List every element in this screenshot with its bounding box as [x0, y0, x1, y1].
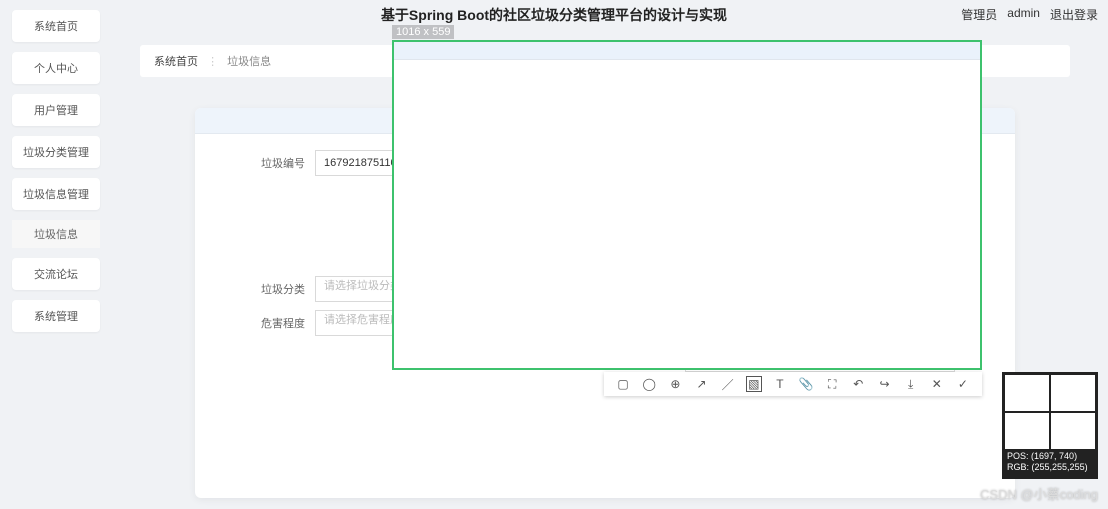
- snip-toolbar: ▢ ◯ ⊕ ↗ ／ ▧ T 📎 ⛶ ↶ ↪ ⤓ ✕ ✓: [604, 372, 982, 396]
- selection-overlay: [392, 40, 982, 370]
- sidebar-item-info[interactable]: 垃圾信息管理: [12, 178, 100, 210]
- snip-arrow-icon[interactable]: ↗: [693, 376, 709, 392]
- color-magnifier: POS: (1697, 740) RGB: (255,255,255): [1002, 372, 1098, 479]
- snip-line-icon[interactable]: ／: [720, 376, 736, 392]
- label-category: 垃圾分类: [245, 281, 305, 297]
- snip-undo-icon[interactable]: ↶: [850, 376, 866, 392]
- sidebar-item-category[interactable]: 垃圾分类管理: [12, 136, 100, 168]
- snip-pin-icon[interactable]: 📎: [798, 376, 814, 392]
- sidebar-item-users[interactable]: 用户管理: [12, 94, 100, 126]
- color-cell: [1005, 413, 1049, 449]
- sidebar-item-profile[interactable]: 个人中心: [12, 52, 100, 84]
- snip-ellipse-icon[interactable]: ◯: [641, 376, 657, 392]
- breadcrumb-home[interactable]: 系统首页: [154, 56, 198, 68]
- snip-cancel-icon[interactable]: ✕: [929, 376, 945, 392]
- sidebar-item-home[interactable]: 系统首页: [12, 10, 100, 42]
- snip-rect-icon[interactable]: ▢: [615, 376, 631, 392]
- snip-mask-icon[interactable]: ▧: [746, 376, 762, 392]
- label-degree: 危害程度: [245, 315, 305, 331]
- snip-download-icon[interactable]: ⤓: [903, 376, 919, 392]
- snip-text-icon[interactable]: T: [772, 376, 788, 392]
- snip-share-icon[interactable]: ↪: [876, 376, 892, 392]
- sidebar-item-forum[interactable]: 交流论坛: [12, 258, 100, 290]
- watermark: CSDN @小蔡coding: [980, 484, 1098, 503]
- snip-confirm-icon[interactable]: ✓: [955, 376, 971, 392]
- header-user-area: 管理员 admin 退出登录: [961, 6, 1098, 23]
- user-name: admin: [1007, 6, 1040, 23]
- page-title: 基于Spring Boot的社区垃圾分类管理平台的设计与实现: [381, 5, 727, 25]
- label-code: 垃圾编号: [245, 155, 305, 171]
- snip-expand-icon[interactable]: ⛶: [824, 376, 840, 392]
- breadcrumb-separator: ⋮: [207, 56, 218, 68]
- sidebar-sub-info[interactable]: 垃圾信息: [12, 220, 100, 248]
- header: 基于Spring Boot的社区垃圾分类管理平台的设计与实现 管理员 admin…: [0, 0, 1108, 30]
- color-cell: [1051, 413, 1095, 449]
- breadcrumb-current: 垃圾信息: [227, 56, 271, 68]
- selection-top-bar: [394, 42, 980, 60]
- color-cell: [1005, 375, 1049, 411]
- sidebar-item-system[interactable]: 系统管理: [12, 300, 100, 332]
- color-grid: [1005, 375, 1095, 449]
- logout-link[interactable]: 退出登录: [1050, 6, 1098, 23]
- color-info: POS: (1697, 740) RGB: (255,255,255): [1005, 449, 1095, 476]
- color-cell: [1051, 375, 1095, 411]
- user-role: 管理员: [961, 6, 997, 23]
- sidebar: 系统首页 个人中心 用户管理 垃圾分类管理 垃圾信息管理 垃圾信息 交流论坛 系…: [12, 10, 100, 332]
- snip-blur-icon[interactable]: ⊕: [667, 376, 683, 392]
- selection-size-label: 1016 x 559: [392, 25, 454, 39]
